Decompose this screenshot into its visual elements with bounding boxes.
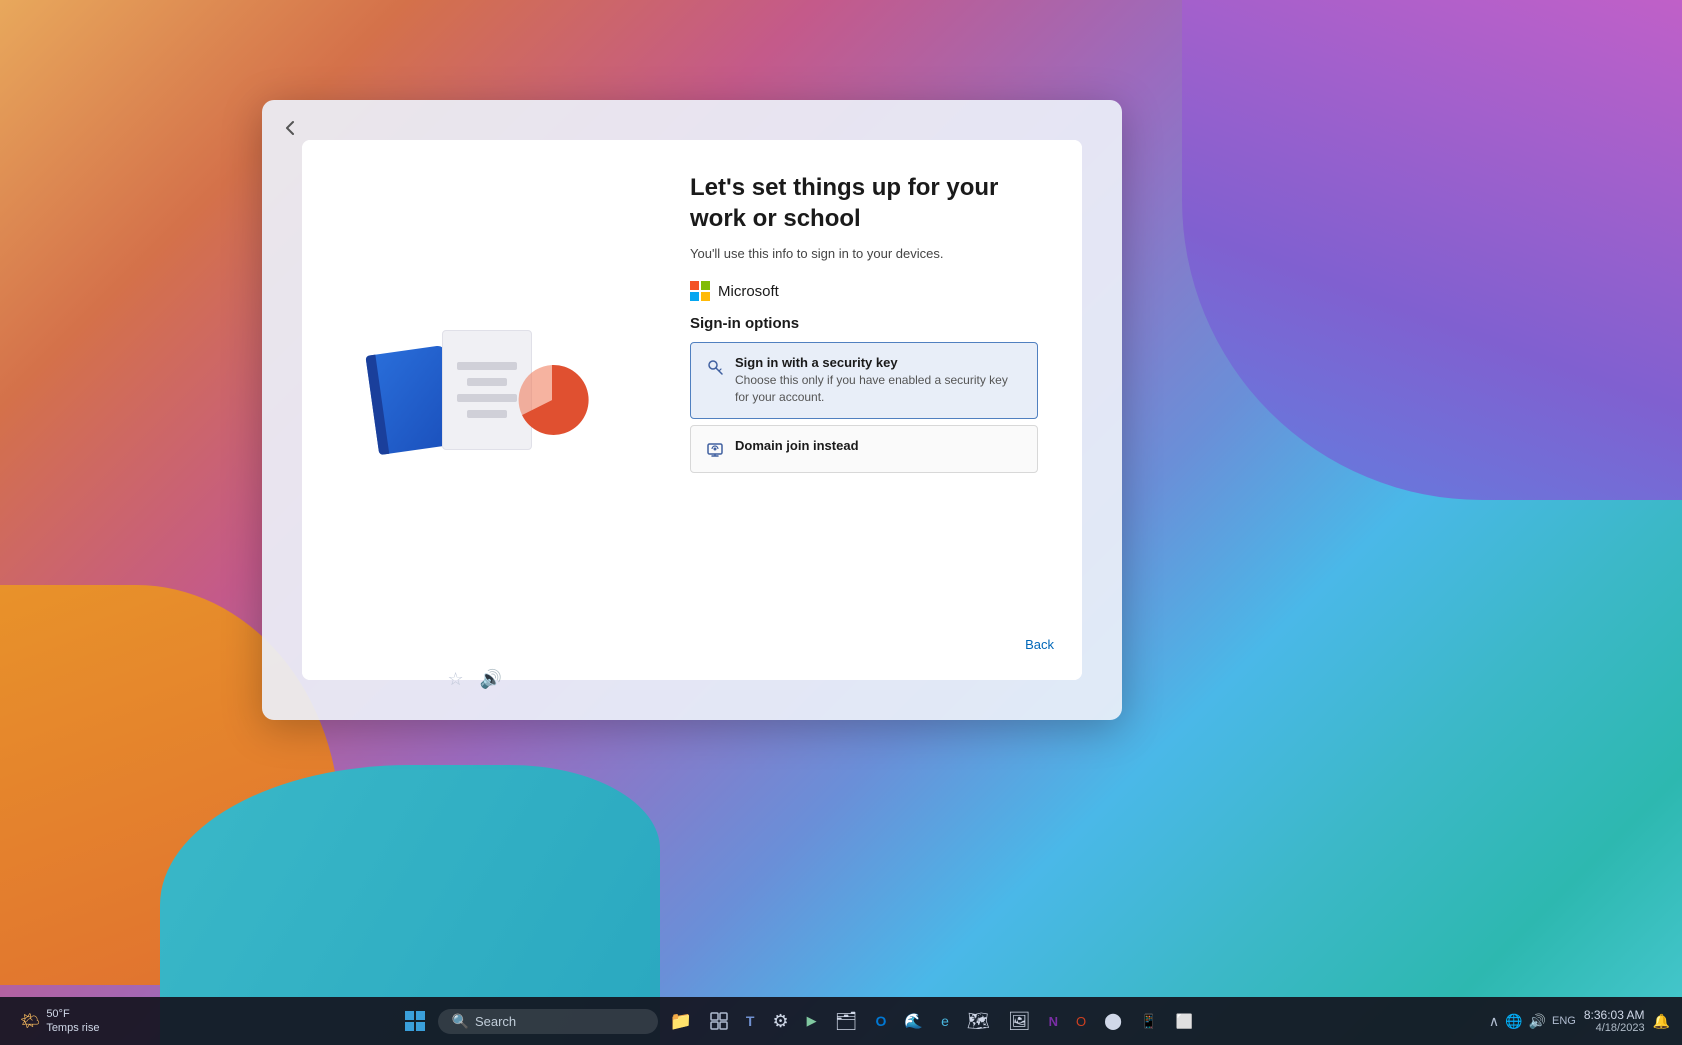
taskbar-app-chrome[interactable]: ⬤ [1098,1005,1128,1037]
system-icons-group: ∧ 🌐 🔊 ENG [1489,1013,1576,1030]
notification-icon[interactable]: 🔔 [1653,1013,1670,1030]
clock-date: 4/18/2023 [1584,1022,1645,1034]
back-arrow-button[interactable] [274,112,306,144]
microsoft-logo-grid [690,281,710,301]
taskbar-app-edge2[interactable]: e [935,1007,955,1035]
ms-square-blue [690,292,699,301]
taskbar-app-maps[interactable]: 🗺 [961,1005,996,1038]
doc-line-1 [457,362,517,370]
taskbar-right: ∧ 🌐 🔊 ENG 8:36:03 AM 4/18/2023 🔔 [1489,1008,1670,1034]
weather-text: 50°F Temps rise [46,1007,99,1036]
microsoft-logo-row: Microsoft [690,281,1054,301]
taskbar-app-file-explorer[interactable]: 📁 [664,1005,698,1038]
back-arrow-area [274,112,306,144]
clock-time: 8:36:03 AM [1584,1008,1645,1022]
taskbar-app-file-manager[interactable]: 🗂 [829,1005,864,1038]
search-icon: 🔍 [452,1013,469,1030]
taskbar-app-office[interactable]: O [1070,1008,1092,1035]
taskbar-app-extra2[interactable]: ⬜ [1169,1007,1198,1036]
option-domain-join[interactable]: Domain join instead [690,425,1038,473]
illustration-panel [302,140,662,680]
taskbar-app-terminal[interactable]: ▶ [801,1007,823,1035]
network-icon[interactable]: 🌐 [1505,1013,1522,1030]
weather-trend: Temps rise [46,1022,99,1034]
taskbar: 🌤 50°F Temps rise 🔍 Search 📁 [0,997,1682,1045]
security-key-desc: Choose this only if you have enabled a s… [735,372,1023,406]
volume-taskbar-icon[interactable]: 🔊 [1529,1013,1546,1030]
microsoft-name: Microsoft [718,283,779,300]
signin-options-heading: Sign-in options [690,315,1054,332]
setup-window: Let's set things up for your work or sch… [262,100,1122,720]
content-panel: Let's set things up for your work or sch… [662,140,1082,680]
security-key-title: Sign in with a security key [735,355,1023,370]
piechart-icon [512,360,592,440]
taskbar-app-teams[interactable]: T [740,1007,761,1035]
taskbar-left: 🌤 50°F Temps rise [12,1003,108,1040]
star-icon[interactable]: ☆ [447,669,463,690]
taskbar-center: 🔍 Search 📁 T ⚙ ▶ 🗂 O 🌊 e 🗺 🖼 N O ⬤ 📱 ⬜ [108,1004,1489,1038]
volume-icon[interactable]: 🔊 [480,669,502,690]
weather-temp: 50°F [46,1008,69,1020]
option-security-key[interactable]: Sign in with a security key Choose this … [690,342,1038,419]
page-title: Let's set things up for your work or sch… [690,172,1054,234]
start-button[interactable] [398,1004,432,1038]
doc-line-3 [457,394,517,402]
domain-join-icon [705,440,725,460]
page-subtitle: You'll use this info to sign in to your … [690,246,1054,261]
search-bar-text: Search [475,1014,516,1029]
illustration-icons [362,310,602,510]
security-key-icon [705,357,725,377]
language-indicator[interactable]: ENG [1552,1015,1576,1027]
security-key-text: Sign in with a security key Choose this … [735,355,1023,406]
ms-square-red [690,281,699,290]
taskbar-app-photos[interactable]: 🖼 [1002,1005,1037,1038]
taskbar-app-settings[interactable]: ⚙ [766,1005,794,1038]
taskbar-app-onenote[interactable]: N [1043,1008,1064,1035]
taskbar-app-task-view[interactable] [704,1006,734,1036]
weather-icon: 🌤 [20,1011,40,1031]
doc-line-2 [467,378,507,386]
back-button[interactable]: Back [1025,637,1054,652]
domain-join-title: Domain join instead [735,438,1023,453]
search-bar[interactable]: 🔍 Search [438,1009,658,1034]
weather-widget[interactable]: 🌤 50°F Temps rise [12,1003,108,1040]
clock-area[interactable]: 8:36:03 AM 4/18/2023 [1584,1008,1645,1034]
options-scroll-wrapper[interactable]: Sign in with a security key Choose this … [690,342,1054,479]
ms-square-green [701,281,710,290]
window-tray-icons: ☆ 🔊 [447,669,502,690]
chevron-icon[interactable]: ∧ [1489,1013,1499,1030]
taskbar-app-outlook[interactable]: O [869,1007,892,1035]
taskbar-app-edge[interactable]: 🌊 [898,1006,929,1036]
doc-line-4 [467,410,507,418]
ms-square-yellow [701,292,710,301]
domain-join-text: Domain join instead [735,438,1023,455]
setup-card: Let's set things up for your work or sch… [302,140,1082,680]
taskbar-app-extra1[interactable]: 📱 [1134,1007,1163,1036]
